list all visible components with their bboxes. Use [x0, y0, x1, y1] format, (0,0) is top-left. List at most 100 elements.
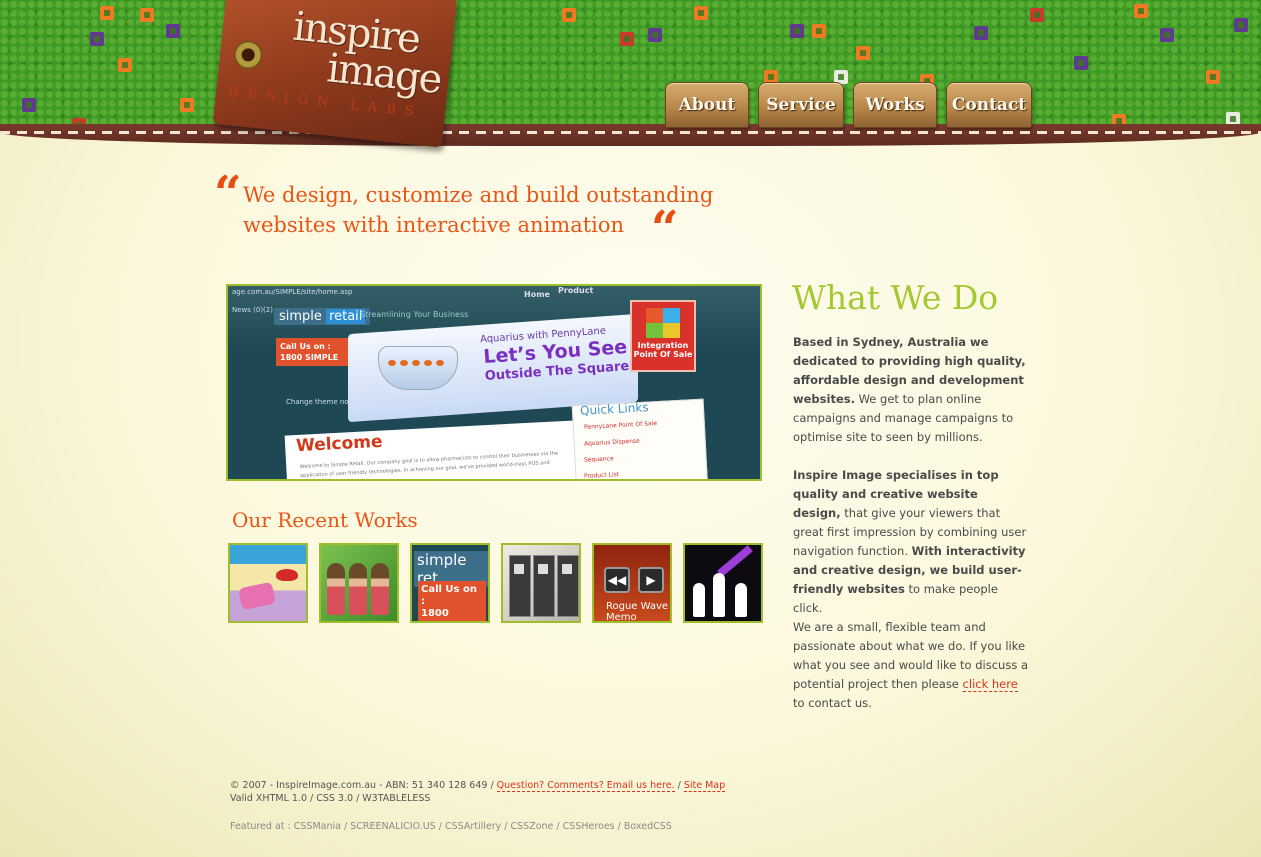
- work-thumbnail-4[interactable]: [501, 543, 581, 623]
- decor-square: [856, 46, 870, 60]
- person-icon: [327, 563, 345, 615]
- what-we-do-paragraph-3: We are a small, flexible team and passio…: [793, 618, 1029, 713]
- feature-brand: simple retail: [274, 308, 371, 325]
- fish-icon: [424, 360, 432, 366]
- thumb3-call-2: 1800 SIMPLE: [421, 608, 462, 621]
- featured-link-screenalicious[interactable]: SCREENALICIO.US: [350, 821, 436, 832]
- work-thumbnail-2[interactable]: [319, 543, 399, 623]
- main-nav: About Service Works Contact: [665, 82, 1032, 128]
- tagline-line2: websites with interactive animation: [243, 213, 625, 237]
- decor-square: [974, 26, 988, 40]
- recent-works-thumbnails: simple ret Call Us on : 1800 SIMPLE ◀◀ ▶…: [228, 543, 763, 623]
- featured-work-screenshot[interactable]: age.com.au/SIMPLE/site/home.asp News (0)…: [226, 284, 762, 481]
- decor-square: [790, 24, 804, 38]
- figure-icon: [713, 573, 725, 617]
- feature-integ-2: Point Of Sale: [633, 350, 693, 359]
- what-we-do-paragraph-1: Based in Sydney, Australia we dedicated …: [793, 333, 1029, 447]
- feature-integ-1: Integration: [637, 341, 689, 350]
- site-map-link[interactable]: Site Map: [683, 780, 726, 792]
- logo[interactable]: inspire image DESIGN LABS: [212, 0, 458, 148]
- featured-label: Featured at :: [230, 821, 294, 832]
- person-icon: [349, 563, 367, 615]
- footer-separator: /: [674, 780, 684, 791]
- featured-link-cssheroes[interactable]: CSSHeroes: [563, 821, 615, 832]
- decor-square: [1234, 18, 1248, 32]
- speaker-icon: [533, 555, 555, 617]
- speaker-icon: [557, 555, 579, 617]
- work-thumbnail-5[interactable]: ◀◀ ▶ Rogue Wave Memo: [592, 543, 672, 623]
- feature-url: age.com.au/SIMPLE/site/home.asp: [232, 288, 353, 296]
- work-thumbnail-3[interactable]: simple ret Call Us on : 1800 SIMPLE: [410, 543, 490, 623]
- featured-link-boxedcss[interactable]: BoxedCSS: [624, 821, 672, 832]
- decor-square: [1206, 70, 1220, 84]
- decor-square: [1160, 28, 1174, 42]
- decor-square: [1030, 8, 1044, 22]
- decor-square: [118, 58, 132, 72]
- figure-icon: [693, 583, 705, 617]
- decor-square: [90, 32, 104, 46]
- fish-icon: [388, 360, 396, 366]
- hat-icon: [276, 569, 298, 581]
- cube-icon: [646, 308, 680, 338]
- handbag-icon: [238, 581, 276, 611]
- fishbowl-icon: [378, 346, 458, 390]
- decor-square: [694, 6, 708, 20]
- decor-square: [1074, 56, 1088, 70]
- footer-validation: Valid XHTML 1.0 / CSS 3.0 / W3TABLELESS: [230, 793, 431, 804]
- play-icon: ▶: [638, 567, 664, 593]
- footer-featured: Featured at : CSSMania / SCREENALICIO.US…: [230, 821, 672, 832]
- feature-brand-a: simple: [279, 309, 322, 324]
- header-banner: [0, 0, 1261, 132]
- nav-works[interactable]: Works: [853, 82, 937, 128]
- decor-square: [648, 28, 662, 42]
- open-quote-icon: “: [214, 166, 242, 222]
- arrow-up-icon: [717, 545, 753, 577]
- email-us-link[interactable]: Question? Comments? Email us here.: [496, 780, 675, 792]
- feature-news: News (0)(2) ▸: [232, 306, 279, 314]
- footer-copyright: © 2007 - InspireImage.com.au - ABN: 51 3…: [230, 779, 726, 792]
- speaker-icon: [509, 555, 531, 617]
- thumb3-call-1: Call Us on :: [421, 584, 477, 607]
- featured-link-csszone[interactable]: CSSZone: [511, 821, 554, 832]
- logo-word-image: image: [324, 45, 443, 104]
- decor-square: [22, 98, 36, 112]
- decor-square: [812, 24, 826, 38]
- feature-call-box: Call Us on : 1800 SIMPLE: [276, 338, 352, 366]
- decor-square: [180, 98, 194, 112]
- fish-icon: [436, 360, 444, 366]
- tagline-line1: We design, customize and build outstandi…: [243, 183, 714, 207]
- nav-service[interactable]: Service: [758, 82, 844, 128]
- contact-click-here-link[interactable]: click here: [962, 677, 1018, 692]
- thumb5-label: Rogue Wave Memo: [606, 601, 669, 623]
- decor-square: [620, 32, 634, 46]
- nav-contact[interactable]: Contact: [946, 82, 1032, 128]
- decor-square: [562, 8, 576, 22]
- feature-nav-product: Product: [558, 286, 594, 295]
- recent-works-title: Our Recent Works: [232, 508, 418, 532]
- work-thumbnail-6[interactable]: [683, 543, 763, 623]
- person-icon: [371, 563, 389, 615]
- decor-square: [100, 6, 114, 20]
- footer-copyright-text: © 2007 - InspireImage.com.au - ABN: 51 3…: [230, 780, 497, 791]
- feature-change-theme: Change theme now: [286, 398, 355, 406]
- tagline: We design, customize and build outstandi…: [243, 180, 763, 240]
- close-quote-icon: “: [651, 201, 679, 257]
- what-we-do-title: What We Do: [792, 278, 999, 317]
- feature-call-line2: 1800 SIMPLE: [280, 353, 339, 362]
- thumb3-call: Call Us on : 1800 SIMPLE: [418, 581, 486, 621]
- fish-icon: [412, 360, 420, 366]
- stitched-border: [0, 124, 1261, 146]
- work-thumbnail-1[interactable]: [228, 543, 308, 623]
- feature-nav-home: Home: [524, 290, 550, 299]
- feature-stream: Streamlining Your Business: [360, 310, 469, 319]
- what-we-do-paragraph-2: Inspire Image specialises in top quality…: [793, 466, 1029, 618]
- rewind-icon: ◀◀: [604, 567, 630, 593]
- decor-square: [1134, 4, 1148, 18]
- decor-square: [140, 8, 154, 22]
- nav-about[interactable]: About: [665, 82, 749, 128]
- figure-icon: [735, 583, 747, 617]
- feature-integration-badge: Integration Point Of Sale: [630, 300, 696, 372]
- featured-link-cssmania[interactable]: CSSMania: [294, 821, 341, 832]
- featured-link-cssartillery[interactable]: CSSArtillery: [445, 821, 501, 832]
- feature-call-line1: Call Us on :: [280, 342, 331, 351]
